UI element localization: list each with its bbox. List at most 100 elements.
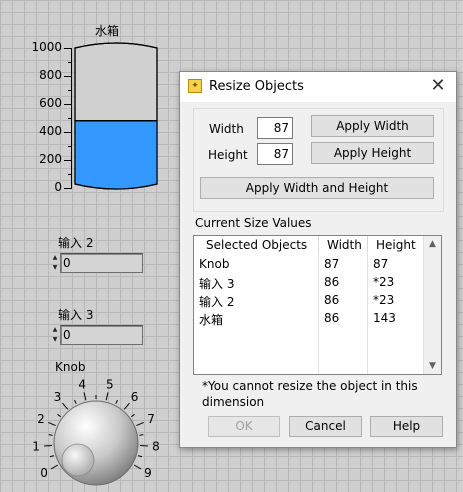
dialog-app-icon: ✦ (188, 79, 202, 93)
table-cell[interactable]: 86 (324, 293, 339, 307)
height-input[interactable]: 87 (257, 143, 293, 165)
knob-scale-label: 8 (152, 439, 160, 453)
decrement-arrow-icon[interactable]: ▼ (51, 263, 59, 273)
column-separator (318, 236, 319, 252)
knob-body (53, 400, 139, 486)
current-size-values-label: Current Size Values (195, 216, 312, 230)
knob-tick (50, 464, 59, 470)
knob-tick (136, 421, 144, 427)
scroll-up-icon[interactable]: ▲ (424, 236, 441, 252)
knob-tick (83, 392, 87, 401)
knob-tick (48, 434, 53, 436)
dialog-title: Resize Objects (209, 79, 304, 94)
table-cell[interactable]: *23 (373, 293, 394, 307)
knob-pointer-cap (61, 443, 95, 477)
close-icon[interactable]: ✕ (428, 75, 448, 96)
ok-button[interactable]: OK (208, 416, 280, 437)
tank-indicator[interactable] (74, 40, 158, 192)
tank-tick (64, 188, 72, 189)
tank-tick-label: 600 (39, 96, 62, 110)
input-3-control: ▲ ▼ 0 (51, 325, 143, 345)
input-3-label: 输入 3 (58, 308, 94, 322)
table-vertical-scrollbar[interactable]: ▲ ▼ (423, 236, 441, 374)
knob-tick (130, 413, 135, 418)
knob-scale-label: 3 (54, 390, 62, 404)
table-cell[interactable]: 86 (324, 311, 339, 325)
tank-label: 水箱 (95, 24, 120, 38)
input-2-control: ▲ ▼ 0 (51, 253, 143, 273)
column-header-width[interactable]: Width (327, 238, 362, 252)
knob-scale-label: 9 (144, 466, 152, 480)
width-input[interactable]: 87 (257, 117, 293, 139)
knob-tick (139, 434, 144, 436)
tank-tick (68, 90, 72, 91)
column-divider (318, 252, 319, 374)
knob-tick (74, 399, 77, 404)
table-cell[interactable]: 87 (324, 257, 339, 271)
tank-tick (68, 118, 72, 119)
cancel-button[interactable]: Cancel (289, 416, 362, 437)
column-header-height[interactable]: Height (376, 238, 416, 252)
apply-height-button[interactable]: Apply Height (311, 142, 434, 164)
footnote-text: *You cannot resize the object in this di… (202, 379, 418, 409)
tank-scale: 1000 800 600 400 200 0 (28, 40, 72, 200)
input-2-spinner: ▲ ▼ (51, 253, 59, 273)
size-values-table: Selected Objects Width Height Knob 87 87… (193, 235, 442, 375)
tank-tick-label: 0 (54, 180, 62, 194)
tank-tick (64, 48, 72, 49)
tank-tick (64, 160, 72, 161)
table-cell[interactable]: 输入 2 (199, 293, 234, 310)
knob-tick (138, 455, 143, 458)
increment-arrow-icon[interactable]: ▲ (51, 325, 59, 335)
tank-tick-label: 400 (39, 124, 62, 138)
knob-tick (123, 402, 130, 410)
knob-scale-label: 6 (131, 390, 139, 404)
knob-tick (105, 392, 109, 401)
table-cell[interactable]: 143 (373, 311, 396, 325)
tank-tick (68, 174, 72, 175)
increment-arrow-icon[interactable]: ▲ (51, 253, 59, 263)
tank-tick-label: 1000 (31, 40, 62, 54)
knob[interactable]: 01234 56789 (0, 372, 180, 492)
table-cell[interactable]: 87 (373, 257, 388, 271)
knob-tick (62, 402, 69, 410)
tank-tick (68, 62, 72, 63)
knob-scale-label: 4 (78, 378, 86, 392)
apply-width-button[interactable]: Apply Width (311, 115, 434, 137)
table-cell[interactable]: Knob (199, 257, 229, 271)
knob-tick (133, 464, 142, 470)
input-2-field[interactable]: 0 (60, 253, 143, 273)
tank-fill (75, 120, 157, 189)
table-cell[interactable]: *23 (373, 275, 394, 289)
column-divider (367, 252, 368, 374)
column-separator (367, 236, 368, 252)
tank-tick (64, 76, 72, 77)
knob-tick (48, 421, 56, 427)
table-cell[interactable]: 86 (324, 275, 339, 289)
decrement-arrow-icon[interactable]: ▼ (51, 335, 59, 345)
size-input-group: Width 87 Apply Width Height 87 Apply Hei… (193, 108, 444, 212)
input-2-label: 输入 2 (58, 236, 94, 250)
input-3-field[interactable]: 0 (60, 325, 143, 345)
table-cell[interactable]: 输入 3 (199, 275, 234, 292)
column-header-selected-objects[interactable]: Selected Objects (206, 238, 307, 252)
scroll-down-icon[interactable]: ▼ (424, 358, 441, 374)
knob-scale-label: 0 (40, 466, 48, 480)
knob-scale-label: 2 (37, 412, 45, 426)
knob-tick (115, 399, 118, 404)
dialog-titlebar[interactable]: ✦ Resize Objects ✕ (180, 72, 456, 102)
tank-tick-label: 200 (39, 152, 62, 166)
knob-tick (49, 455, 54, 458)
table-cell[interactable]: 水箱 (199, 311, 223, 328)
width-label: Width (209, 122, 244, 136)
apply-width-and-height-button[interactable]: Apply Width and Height (200, 177, 434, 199)
tank-tick (64, 104, 72, 105)
input-3-spinner: ▲ ▼ (51, 325, 59, 345)
tank-tick (68, 146, 72, 147)
knob-scale-label: 5 (106, 378, 114, 392)
knob-tick (57, 413, 62, 418)
height-label: Height (208, 148, 248, 162)
knob-scale-label: 7 (147, 412, 155, 426)
help-button[interactable]: Help (370, 416, 443, 437)
tank-tick-label: 800 (39, 68, 62, 82)
